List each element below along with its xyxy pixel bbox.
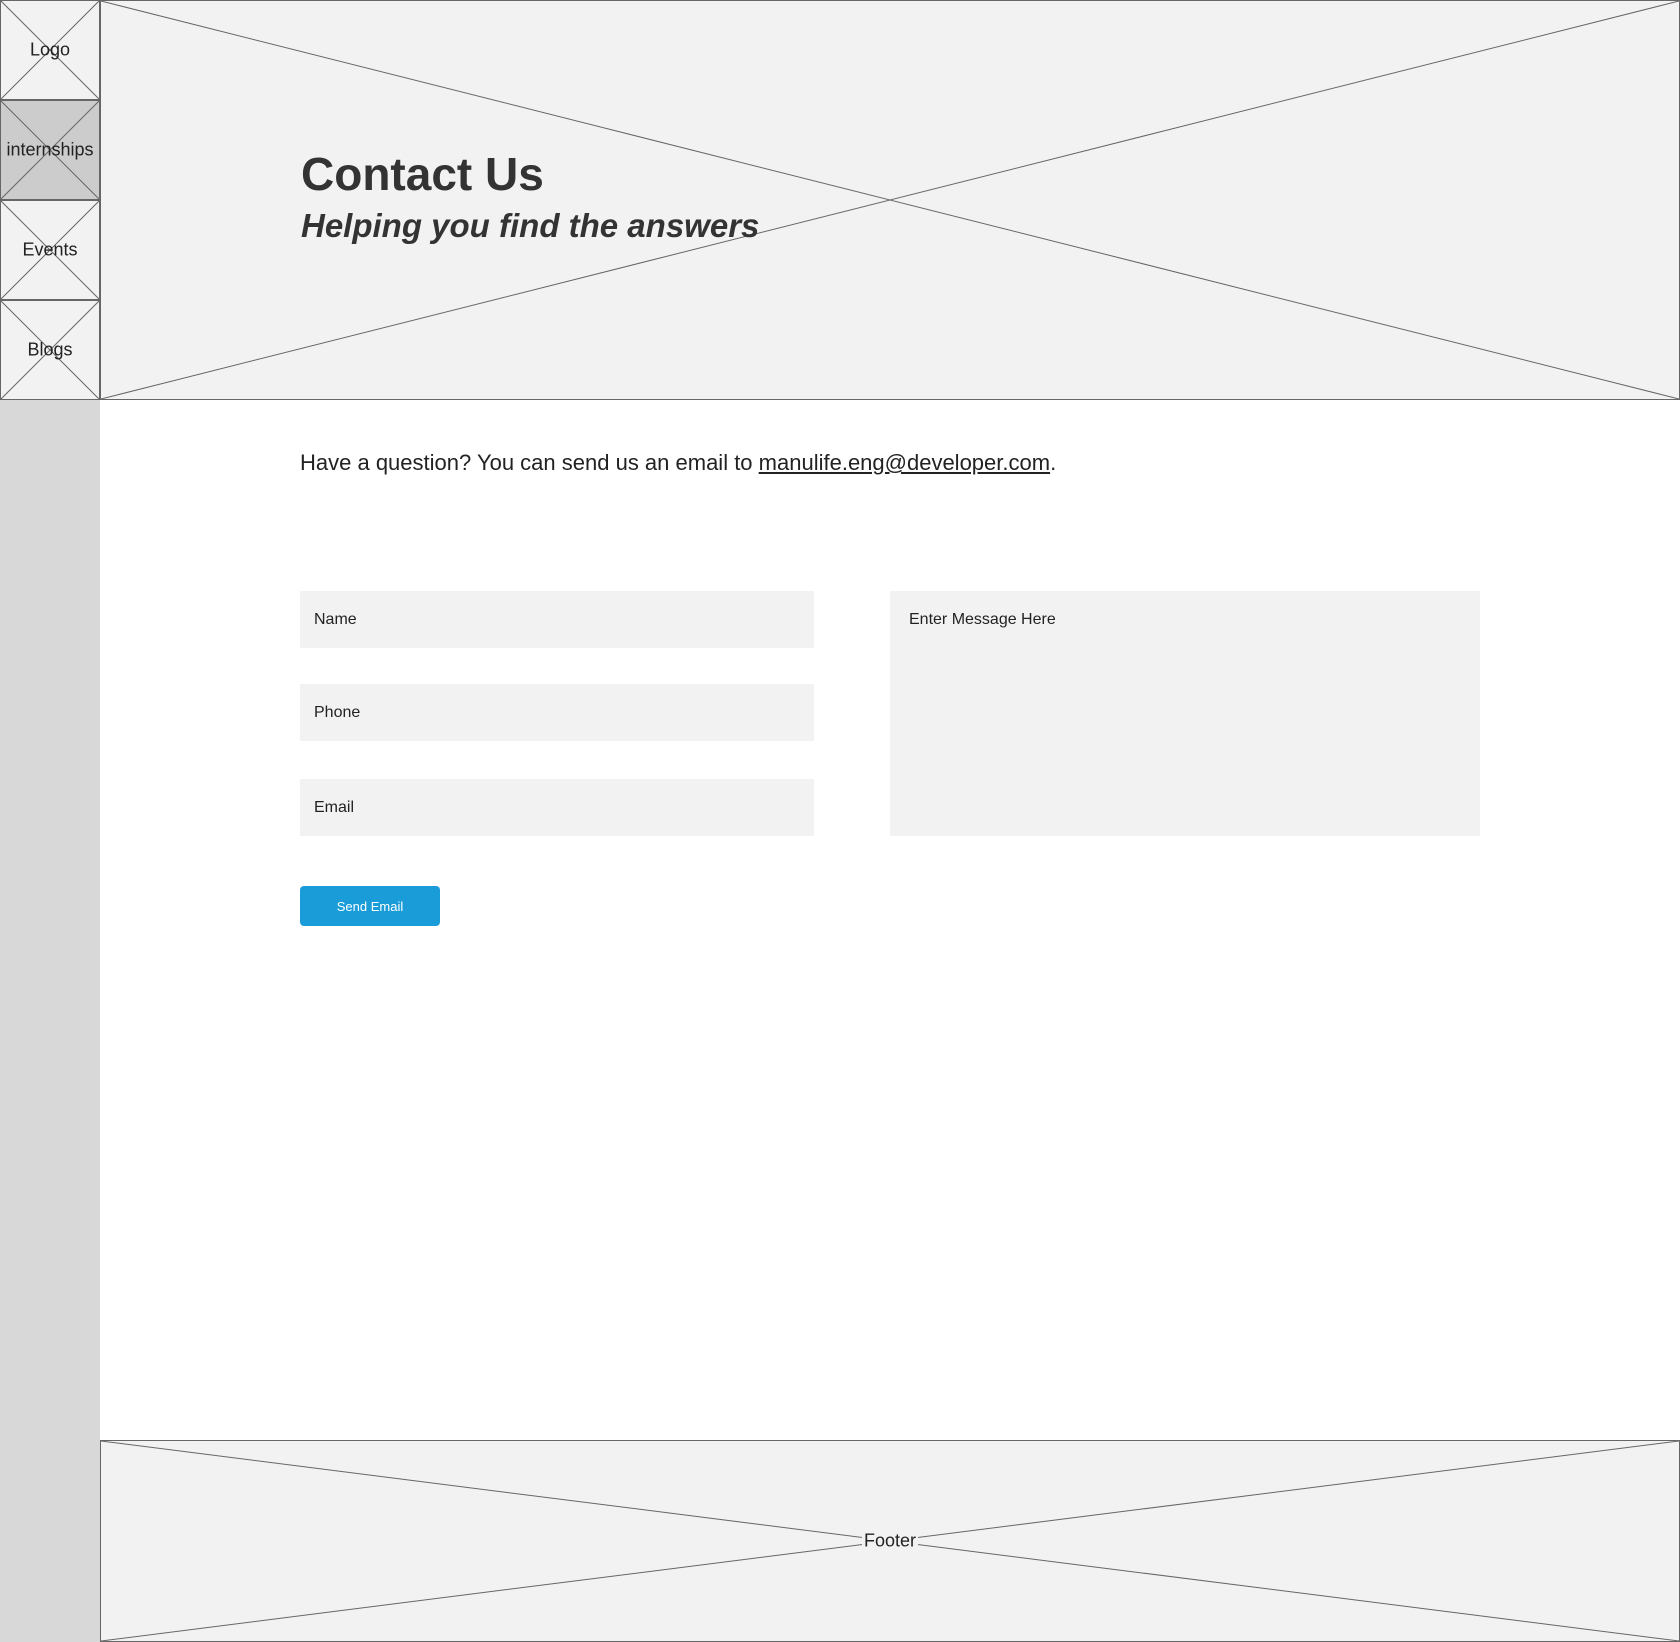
sidebar-item-blogs[interactable]: Blogs: [0, 300, 100, 400]
email-field[interactable]: [300, 779, 814, 836]
sidebar-item-label: Logo: [29, 39, 71, 60]
send-email-button[interactable]: Send Email: [300, 886, 440, 926]
sidebar-item-label: internships: [6, 139, 94, 160]
footer: Footer: [100, 1440, 1680, 1642]
footer-label: Footer: [861, 1530, 919, 1551]
contact-intro: Have a question? You can send us an emai…: [300, 450, 1056, 476]
sidebar-item-label: Blogs: [27, 339, 73, 360]
email-link[interactable]: manulife.eng@developer.com: [759, 450, 1050, 475]
sidebar-item-label: Events: [22, 239, 78, 260]
intro-text: Have a question? You can send us an emai…: [300, 450, 759, 475]
phone-field[interactable]: [300, 684, 814, 741]
hero-banner: Contact Us Helping you find the answers: [100, 0, 1680, 400]
name-field[interactable]: [300, 591, 814, 648]
page-subtitle: Helping you find the answers: [301, 207, 760, 244]
message-field[interactable]: [890, 591, 1480, 836]
sidebar-item-logo[interactable]: Logo: [0, 0, 100, 100]
sidebar-item-internships[interactable]: internships: [0, 100, 100, 200]
intro-text-end: .: [1050, 450, 1057, 475]
page-title: Contact Us: [301, 148, 544, 200]
sidebar-item-events[interactable]: Events: [0, 200, 100, 300]
